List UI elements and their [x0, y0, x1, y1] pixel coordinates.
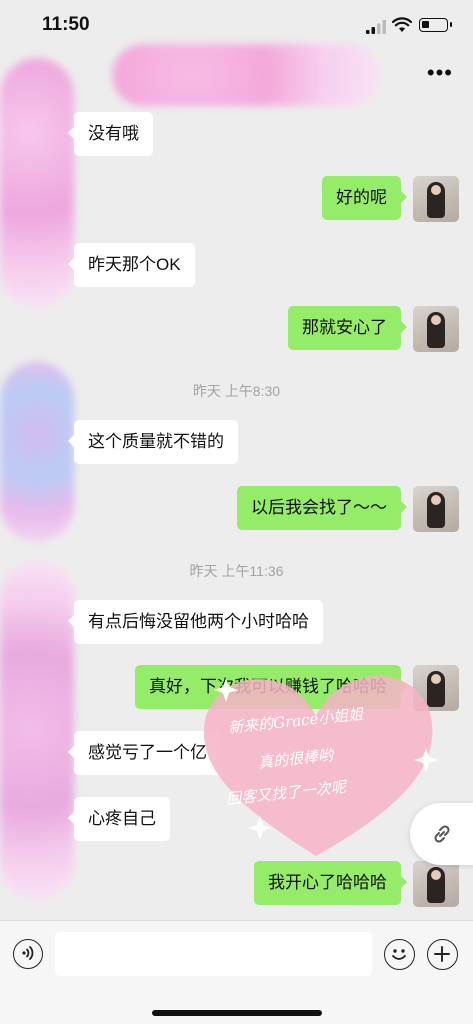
incoming-message[interactable]: 这个质量就不错的: [68, 420, 238, 464]
outgoing-message[interactable]: 那就安心了: [288, 306, 407, 350]
message-timestamp: 昨天 上午11:36: [189, 563, 284, 579]
incoming-message[interactable]: 没有哦: [68, 112, 153, 156]
heart-sticker: 新来的Grace小姐姐 真的很棒哟 回客又找了一次呢: [196, 668, 446, 868]
incoming-message[interactable]: 心疼自己: [68, 797, 170, 841]
status-time: 11:50: [42, 14, 90, 35]
user-avatar[interactable]: [413, 306, 459, 352]
user-avatar[interactable]: [413, 176, 459, 222]
blurred-chat-title: [112, 44, 380, 106]
plus-icon[interactable]: [427, 939, 458, 970]
blurred-avatar-bottom: [0, 560, 74, 900]
input-bar: [0, 920, 473, 1024]
voice-icon[interactable]: [13, 939, 43, 969]
heart-shape-icon: [203, 675, 438, 856]
outgoing-message[interactable]: 以后我会找了～～: [237, 486, 407, 530]
user-avatar[interactable]: [413, 486, 459, 532]
more-dots-icon[interactable]: •••: [427, 62, 453, 84]
link-icon: [434, 825, 450, 843]
battery-level: [422, 21, 429, 28]
wifi-icon: [392, 17, 412, 32]
outgoing-message[interactable]: 好的呢: [322, 176, 407, 220]
floating-link-button[interactable]: [410, 803, 473, 865]
status-bar: 11:50: [0, 0, 473, 50]
blurred-avatar-top: [0, 58, 74, 308]
emoji-icon[interactable]: [384, 939, 415, 970]
battery-icon: [419, 18, 452, 32]
incoming-message[interactable]: 昨天那个OK: [68, 243, 195, 287]
cellular-signal-icon: [366, 20, 386, 34]
home-indicator[interactable]: [152, 1010, 322, 1016]
message-input[interactable]: [55, 932, 372, 976]
incoming-message[interactable]: 有点后悔没留他两个小时哈哈: [68, 600, 323, 644]
message-timestamp: 昨天 上午8:30: [192, 383, 281, 399]
